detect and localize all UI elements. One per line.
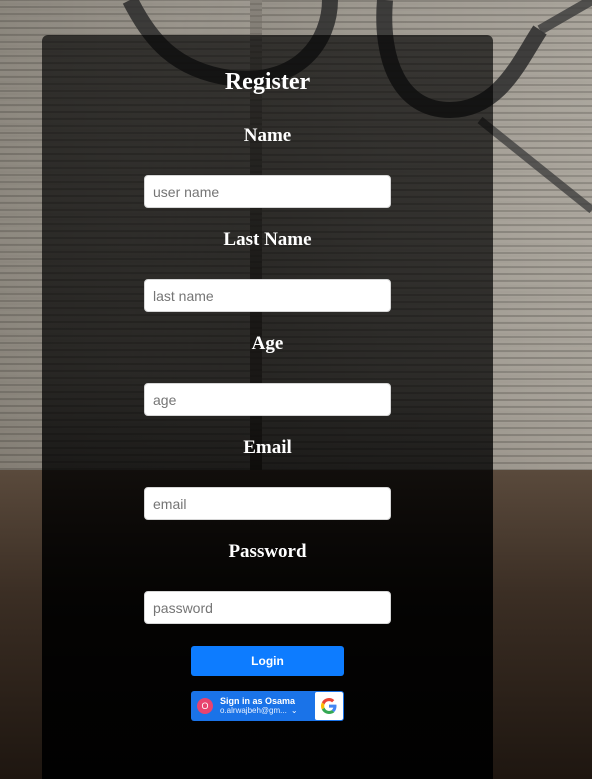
name-input[interactable] — [144, 175, 391, 208]
email-input[interactable] — [144, 487, 391, 520]
google-sign-in-button[interactable]: O Sign in as Osama o.alrwajbeh@gm... ⌄ — [191, 691, 344, 721]
page-title: Register — [224, 69, 311, 95]
password-label: Password — [228, 541, 307, 562]
login-button[interactable]: Login — [191, 646, 344, 676]
name-label: Name — [243, 125, 292, 146]
google-sign-in-title: Sign in as Osama — [220, 696, 296, 706]
email-label: Email — [243, 437, 292, 458]
age-input[interactable] — [144, 383, 391, 416]
google-account-email: o.alrwajbeh@gm... — [220, 706, 287, 715]
password-input[interactable] — [144, 591, 391, 624]
last-name-input[interactable] — [144, 279, 391, 312]
last-name-label: Last Name — [223, 229, 312, 250]
google-account-info: Sign in as Osama o.alrwajbeh@gm... ⌄ — [220, 696, 315, 716]
register-panel: Register Name Last Name Age Email Passwo… — [42, 35, 493, 779]
chevron-down-icon[interactable]: ⌄ — [291, 706, 298, 716]
account-avatar: O — [197, 698, 213, 714]
age-label: Age — [251, 333, 284, 354]
google-g-icon — [315, 692, 343, 720]
